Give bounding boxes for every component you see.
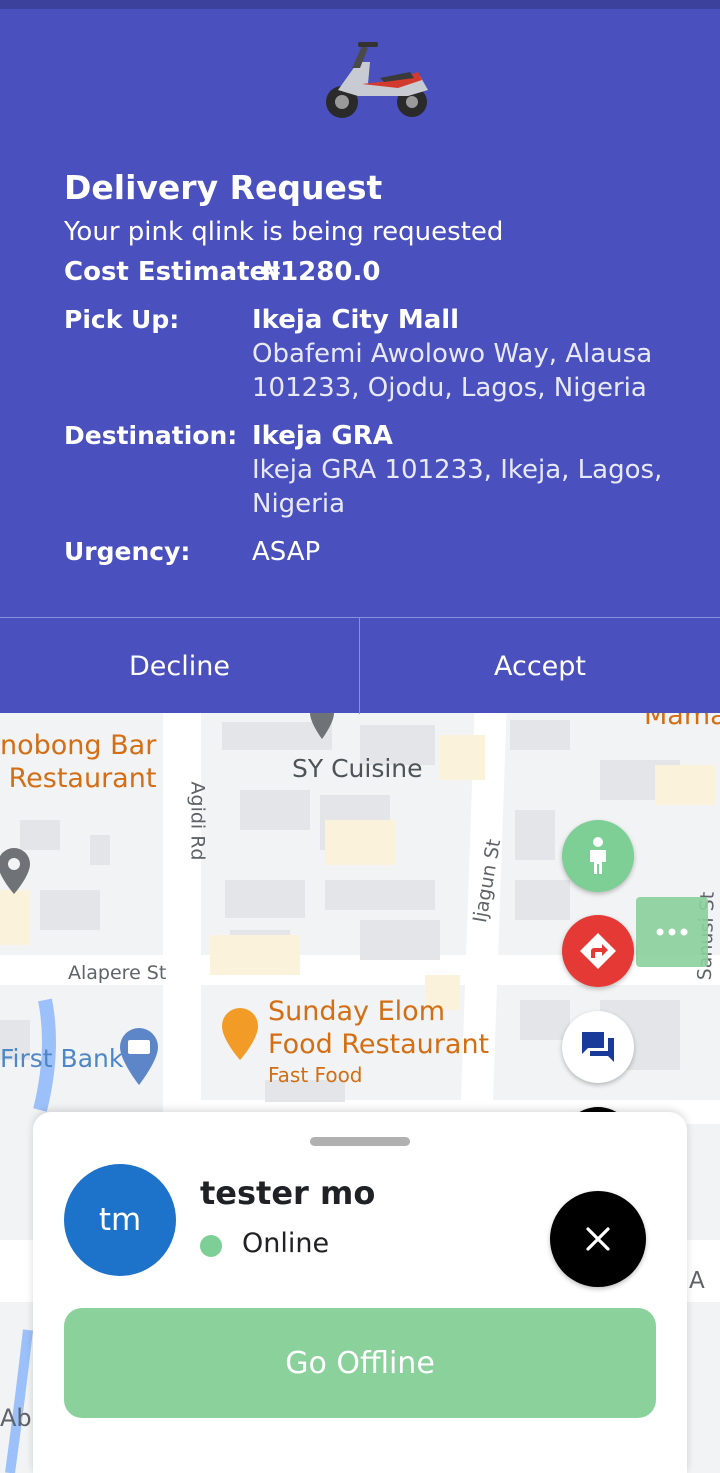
pickup-address-line2: 101233, Ojodu, Lagos, Nigeria (252, 373, 647, 403)
online-status-text: Online (242, 1228, 330, 1259)
cost-estimate-value: ₦1280.0 (262, 257, 381, 287)
request-actions: Decline Accept (0, 617, 720, 714)
map-label-alapere-st: Alapere St (68, 962, 167, 984)
close-button[interactable] (550, 1191, 646, 1287)
decline-button[interactable]: Decline (0, 618, 359, 714)
map-label-agidi-rd: Agidi Rd (186, 781, 209, 861)
driver-status-sheet: tm tester mo Online Go Offline (33, 1112, 687, 1473)
more-tab[interactable] (636, 897, 708, 967)
map-label-bar-line2: Restaurant (0, 763, 157, 794)
map-label-sy-cuisine: SY Cuisine (292, 754, 423, 783)
map-label-a: A (689, 1268, 705, 1294)
map-label-fast-food: Fast Food (268, 1063, 363, 1087)
map-label-first-bank: First Bank (0, 1044, 124, 1073)
chat-bubbles-icon (582, 1032, 614, 1062)
turn-right-directions-icon (580, 933, 616, 969)
sheet-drag-handle[interactable] (310, 1137, 410, 1146)
urgency-value: ASAP (252, 537, 321, 567)
destination-name: Ikeja GRA (252, 421, 393, 451)
driver-name: tester mo (200, 1174, 376, 1212)
map-label-sunday-elom: Sunday Elom (268, 996, 445, 1027)
go-offline-button[interactable]: Go Offline (64, 1308, 656, 1418)
pickup-label: Pick Up: (64, 305, 180, 334)
avatar: tm (64, 1164, 176, 1276)
walk-button[interactable] (562, 820, 634, 892)
request-subtitle: Your pink qlink is being requested (64, 217, 504, 247)
accept-button[interactable]: Accept (360, 618, 720, 714)
cost-estimate-label: Cost Estimate (64, 257, 268, 287)
urgency-label: Urgency: (64, 537, 191, 566)
map-label-bar-restaurant: Restaurant (8, 763, 157, 794)
online-status-dot (200, 1235, 222, 1257)
map-label-ab: Ab (0, 1404, 32, 1432)
destination-address-line2: Nigeria (252, 489, 346, 519)
pickup-address-line1: Obafemi Awolowo Way, Alausa (252, 339, 653, 369)
scooter-icon (326, 42, 428, 118)
person-walking-icon (590, 837, 606, 874)
more-horizontal-icon (656, 928, 688, 936)
request-title: Delivery Request (64, 168, 383, 207)
status-bar (0, 0, 720, 9)
delivery-request-panel: Delivery Request Your pink qlink is bein… (0, 0, 720, 714)
map-label-food-restaurant: Food Restaurant (268, 1029, 490, 1060)
pickup-name: Ikeja City Mall (252, 305, 460, 335)
map-label-bar: nobong Bar (0, 730, 157, 761)
directions-button[interactable] (562, 915, 634, 987)
destination-address-line1: Ikeja GRA 101233, Ikeja, Lagos, (252, 455, 663, 485)
destination-label: Destination: (64, 421, 238, 450)
close-icon (586, 1227, 610, 1251)
chat-button[interactable] (562, 1011, 634, 1083)
